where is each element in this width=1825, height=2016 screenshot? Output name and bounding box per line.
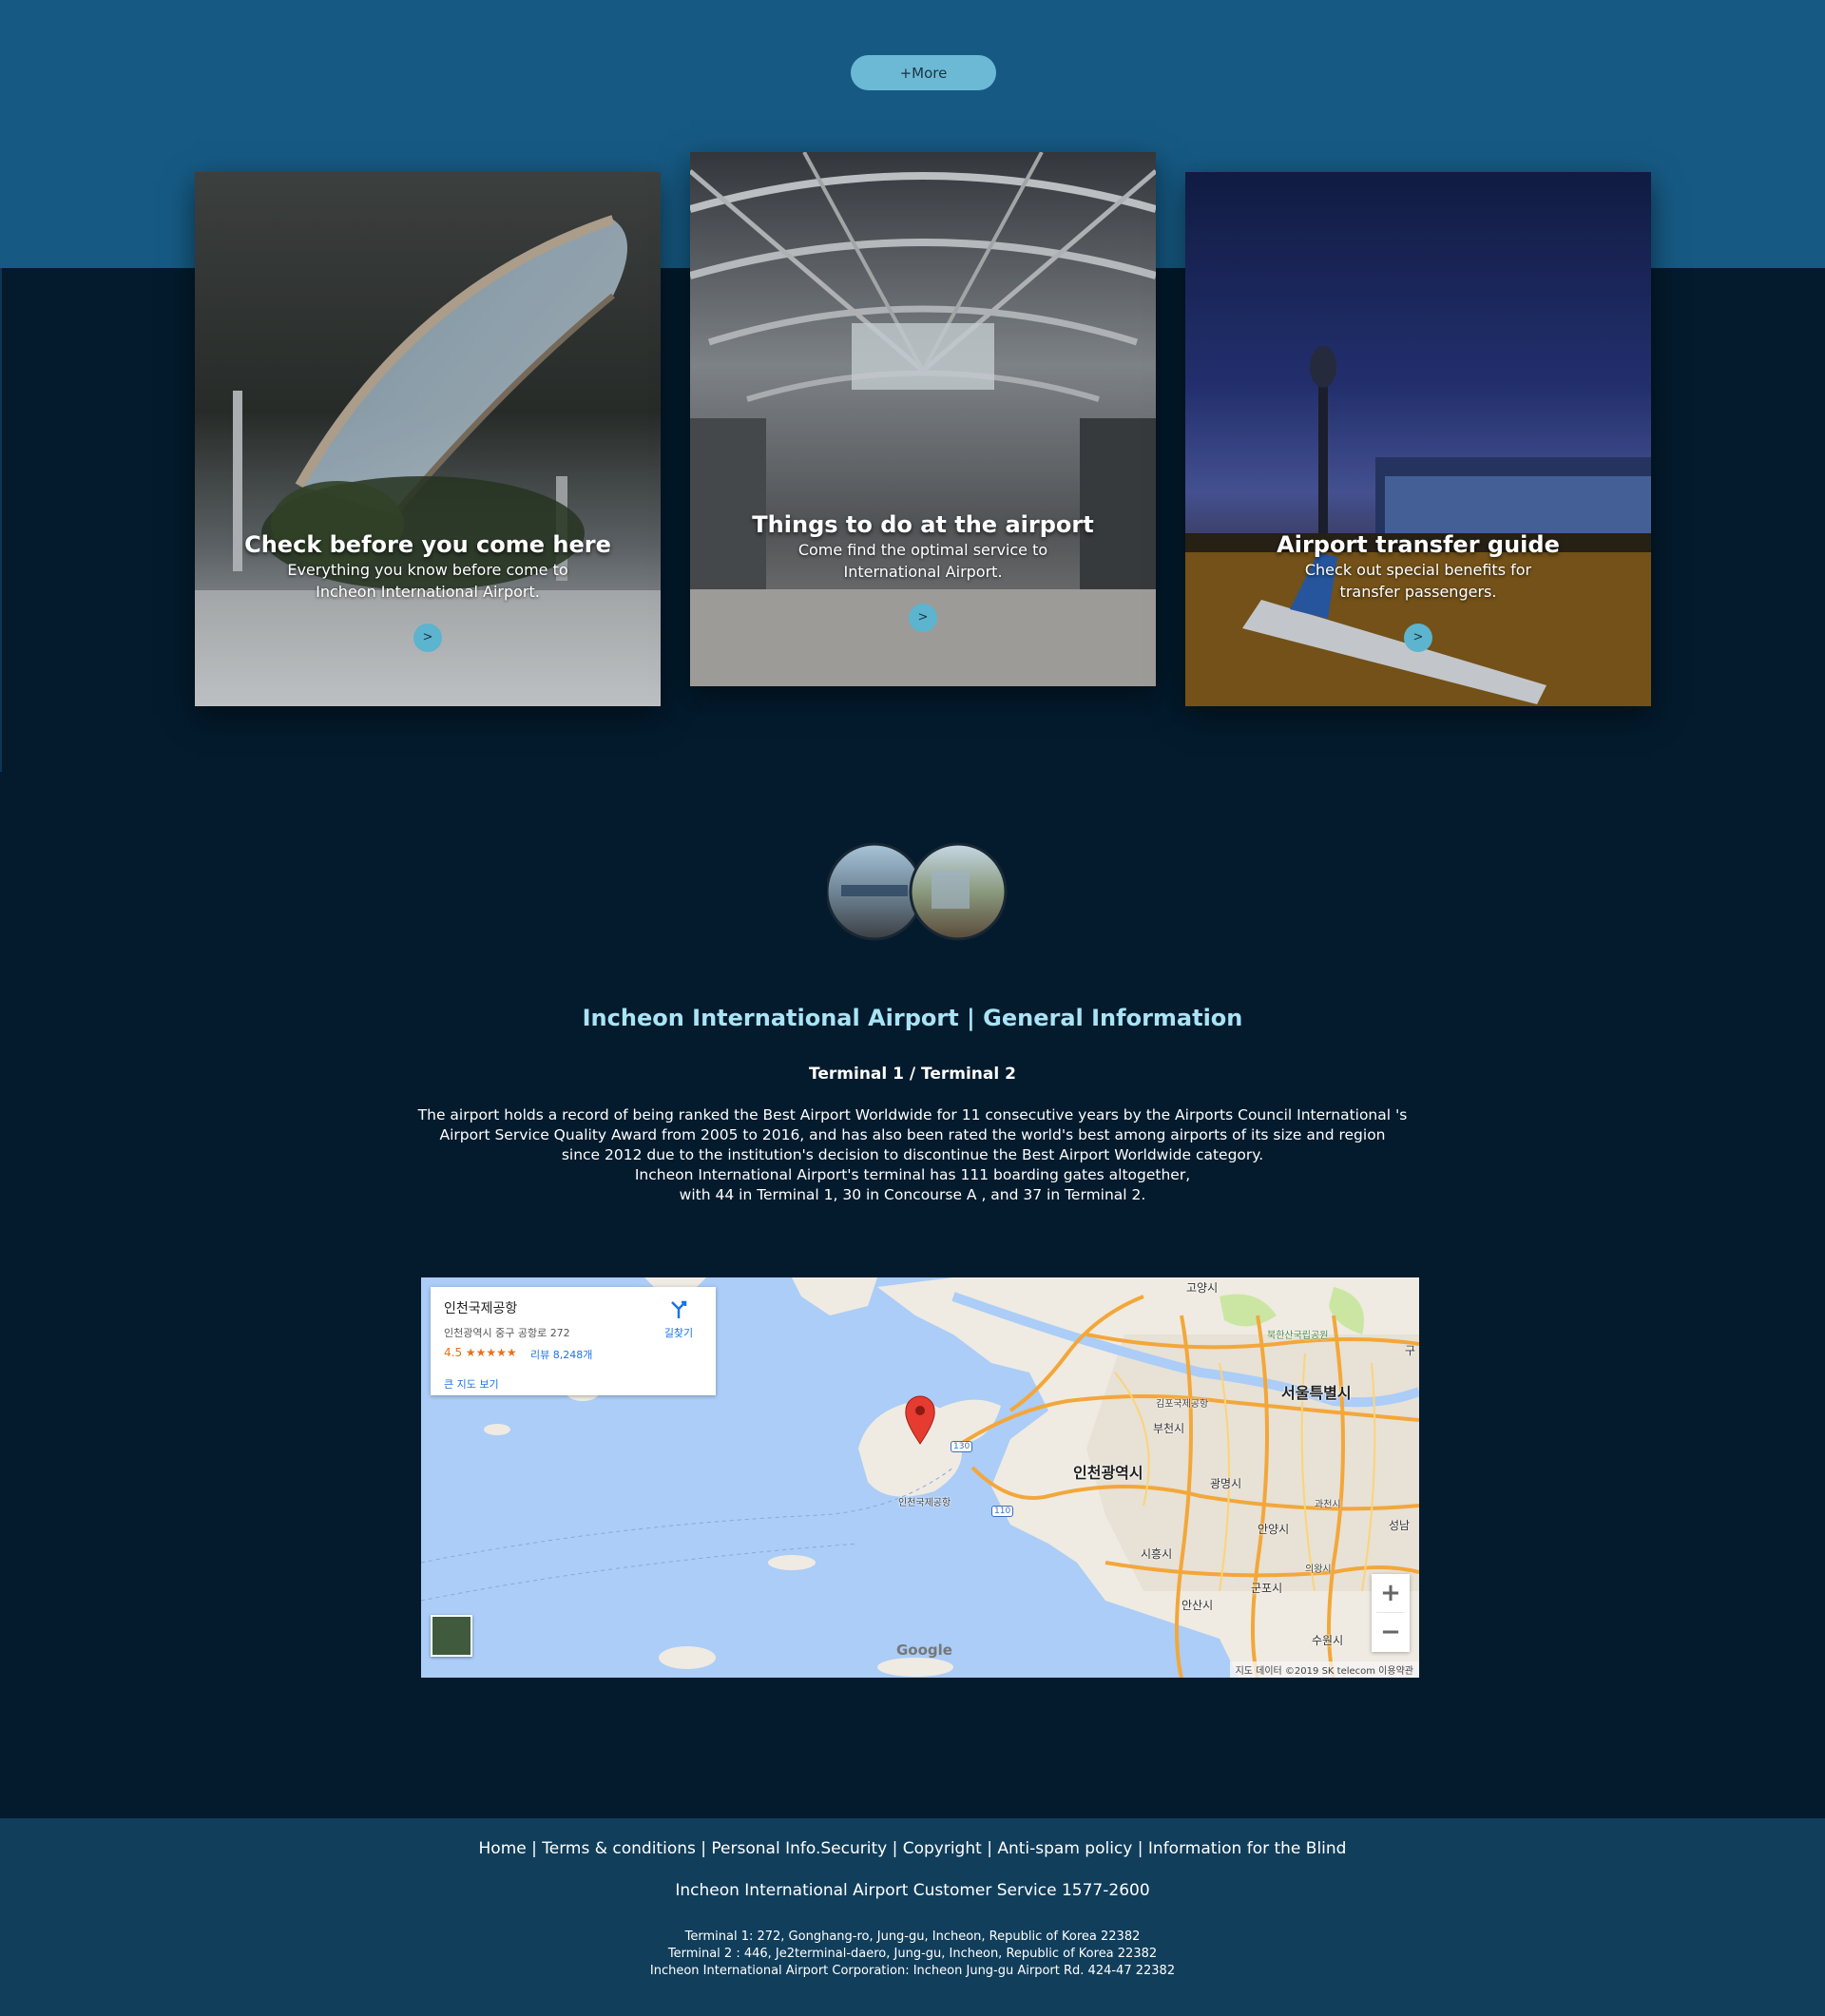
info-subtitle: Terminal 1 / Terminal 2 (809, 1065, 1016, 1084)
card-arrow-button[interactable]: > (413, 624, 442, 652)
info-body: The airport holds a record of being rank… (342, 1105, 1483, 1205)
map-label: 구 (1405, 1344, 1416, 1357)
embedded-map[interactable]: 고양시 북한산국립공원 서울특별시 구 김포국제공항 부천시 인천광역시 광명시… (421, 1277, 1419, 1678)
footer-link-privacy[interactable]: Personal Info.Security (711, 1839, 887, 1858)
place-name: 인천국제공항 (444, 1301, 518, 1316)
info-line: since 2012 due to the institution's deci… (561, 1146, 1264, 1163)
card-title: Airport transfer guide (1277, 531, 1560, 558)
directions-icon (671, 1300, 687, 1318)
card-transfer-guide[interactable]: Airport transfer guide Check out special… (1185, 172, 1651, 706)
route-shield: 110 (991, 1506, 1014, 1517)
google-logo: Google (896, 1642, 952, 1659)
map-label: 인천국제공항 (898, 1498, 951, 1508)
more-button[interactable]: +More (851, 55, 996, 90)
map-label: 광명시 (1210, 1477, 1242, 1490)
map-label: 부천시 (1153, 1422, 1185, 1435)
info-line: The airport holds a record of being rank… (417, 1106, 1408, 1123)
address-corporation: Incheon International Airport Corporatio… (649, 1964, 1176, 1978)
footer-separator: | (981, 1839, 998, 1858)
map-label: 의왕시 (1305, 1565, 1332, 1575)
place-info-card: 인천국제공항 인천광역시 중구 공항로 272 4.5 ★★★★★ 리뷰 8,2… (431, 1287, 716, 1395)
address-terminal-2: Terminal 2 : 446, Je2terminal-daero, Jun… (667, 1947, 1158, 1961)
directions-label: 길찾기 (663, 1327, 694, 1339)
terminal-thumbnail-circles (827, 842, 1008, 941)
view-large-map-link[interactable]: 큰 지도 보기 (444, 1376, 499, 1392)
map-label: 성남 (1389, 1519, 1411, 1532)
footer-link-blind[interactable]: Information for the Blind (1148, 1839, 1347, 1858)
zoom-controls: + − (1372, 1574, 1410, 1652)
zoom-in-button[interactable]: + (1372, 1574, 1410, 1612)
zoom-out-button[interactable]: − (1372, 1613, 1410, 1651)
footer-separator: | (695, 1839, 712, 1858)
map-label: 시흥시 (1141, 1547, 1173, 1561)
card-description-line1: Check out special benefits for (1304, 561, 1532, 579)
place-rating: 4.5 ★★★★★ (444, 1346, 517, 1359)
card-description-line2: transfer passengers. (1339, 583, 1497, 601)
card-arrow-button[interactable]: > (909, 604, 937, 632)
map-label: 김포국제공항 (1156, 1399, 1209, 1410)
info-line: Airport Service Quality Award from 2005 … (439, 1126, 1386, 1143)
satellite-view-toggle[interactable] (431, 1615, 472, 1657)
address-terminal-1: Terminal 1: 272, Gonghang-ro, Jung-gu, I… (684, 1930, 1141, 1944)
card-caption: Airport transfer guide Check out special… (1185, 531, 1651, 602)
card-title: Check before you come here (244, 531, 611, 558)
map-label: 안양시 (1258, 1523, 1290, 1536)
map-label: 수원시 (1312, 1634, 1344, 1647)
card-check-before[interactable]: Check before you come here Everything yo… (195, 172, 661, 706)
footer-link-copyright[interactable]: Copyright (903, 1839, 982, 1858)
footer-link-antispam[interactable]: Anti-spam policy (997, 1839, 1132, 1858)
card-caption: Things to do at the airport Come find th… (690, 511, 1156, 582)
card-description-line1: Come find the optimal service to (797, 541, 1048, 559)
map-label: 고양시 (1186, 1281, 1219, 1295)
footer-addresses: Terminal 1: 272, Gonghang-ro, Jung-gu, I… (0, 1929, 1825, 1980)
map-attribution[interactable]: 지도 데이터 ©2019 SK telecom 이용약관 (1229, 1661, 1419, 1678)
info-line: Incheon International Airport's terminal… (634, 1166, 1191, 1183)
card-arrow-button[interactable]: > (1404, 624, 1432, 652)
card-description-line2: Incheon International Airport. (316, 583, 540, 601)
map-label: 군포시 (1251, 1582, 1283, 1595)
route-shield: 130 (951, 1441, 973, 1452)
left-edge-decoration (0, 268, 2, 772)
customer-service: Incheon International Airport Customer S… (675, 1881, 1150, 1900)
footer-link-terms[interactable]: Terms & conditions (542, 1839, 696, 1858)
footer: Home | Terms & conditions | Personal Inf… (0, 1818, 1825, 2016)
info-title: Incheon International Airport | General … (582, 1005, 1243, 1031)
card-description-line2: International Airport. (843, 563, 1003, 581)
map-label: 과천시 (1315, 1500, 1341, 1510)
place-address: 인천광역시 중구 공항로 272 (444, 1327, 570, 1339)
directions-button[interactable]: 길찾기 (651, 1298, 706, 1340)
footer-link-home[interactable]: Home (479, 1839, 527, 1858)
map-label: 서울특별시 (1281, 1384, 1352, 1402)
footer-separator: | (1132, 1839, 1148, 1858)
map-label: 북한산국립공원 (1267, 1331, 1329, 1341)
card-things-to-do[interactable]: Things to do at the airport Come find th… (690, 152, 1156, 686)
place-reviews-link[interactable]: 리뷰 8,248개 (530, 1347, 592, 1362)
footer-separator: | (887, 1839, 903, 1858)
card-title: Things to do at the airport (752, 511, 1094, 538)
card-caption: Check before you come here Everything yo… (195, 531, 661, 602)
footer-links: Home | Terms & conditions | Personal Inf… (0, 1839, 1825, 1858)
footer-separator: | (526, 1839, 543, 1858)
info-line: with 44 in Terminal 1, 30 in Concourse A… (679, 1186, 1146, 1203)
card-description-line1: Everything you know before come to (287, 561, 568, 579)
map-label: 안산시 (1181, 1599, 1214, 1612)
map-label: 인천광역시 (1073, 1464, 1143, 1482)
